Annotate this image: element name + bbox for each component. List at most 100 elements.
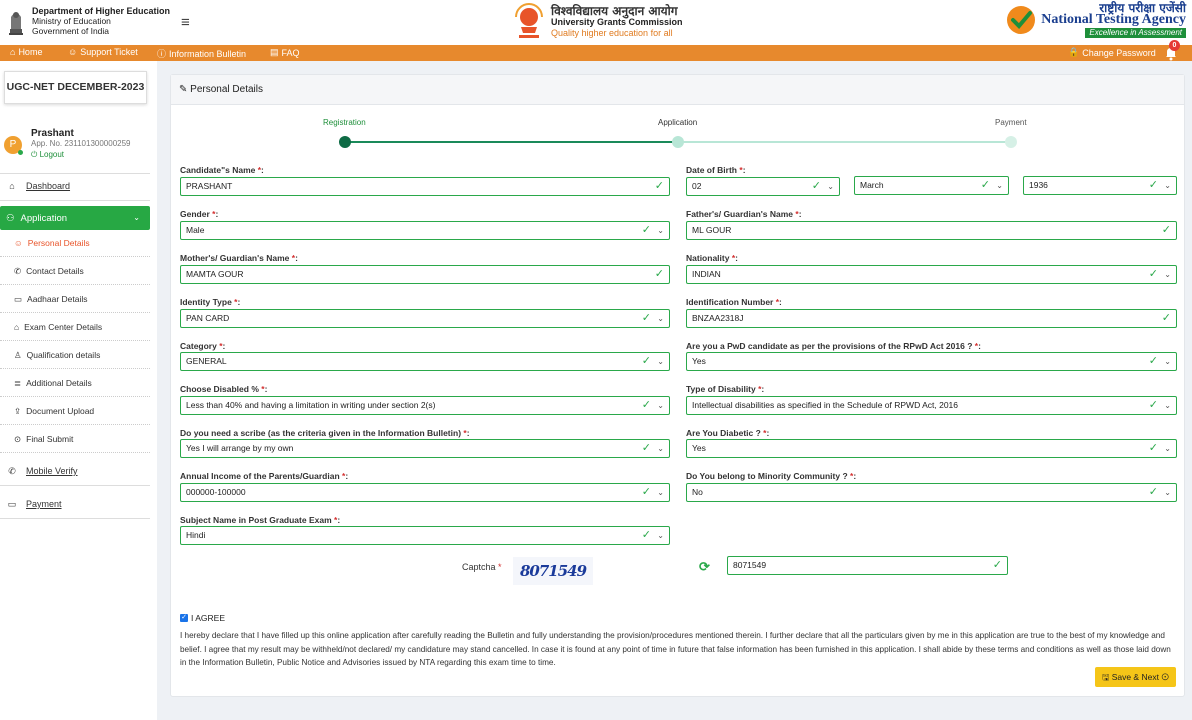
upload-icon: ⇪ bbox=[14, 405, 22, 416]
user-name: Prashant bbox=[31, 128, 74, 139]
graduation-icon: ♙ bbox=[14, 349, 22, 360]
pwd-select[interactable]: Yes ✓ ⌄ bbox=[686, 352, 1177, 371]
credit-card-icon: ▭ bbox=[7, 498, 17, 509]
step-application-label: Application bbox=[658, 118, 698, 127]
sidebar-divider bbox=[0, 518, 150, 519]
nav-change-password[interactable]: 🔒 Change Password bbox=[1068, 47, 1156, 58]
lock-icon: 🔒 bbox=[1068, 47, 1080, 57]
mother-name-input[interactable]: MAMTA GOUR ✓ bbox=[180, 265, 670, 284]
checkbox-checked-icon[interactable]: ✓ bbox=[180, 614, 188, 622]
check-icon: ✓ bbox=[641, 399, 651, 411]
nav-faq[interactable]: ▤ FAQ bbox=[270, 47, 300, 58]
step-payment-dot bbox=[1005, 136, 1017, 148]
sidebar-sub-exam-center[interactable]: ⌂ Exam Center Details bbox=[0, 314, 150, 341]
nav-information-bulletin[interactable]: ⓘ Information Bulletin bbox=[157, 47, 246, 60]
nationality-label: Nationality *: bbox=[686, 253, 738, 263]
nta-logo-icon bbox=[1007, 6, 1036, 34]
refresh-captcha-icon[interactable]: ⟳ bbox=[699, 559, 710, 575]
sidebar-sub-final-submit[interactable]: ⊙ Final Submit bbox=[0, 426, 150, 453]
sidebar-sub-additional[interactable]: ≣ Additional Details bbox=[0, 370, 150, 397]
hamburger-menu-icon[interactable]: ≡ bbox=[181, 14, 190, 31]
person-icon: ☺ bbox=[14, 238, 23, 248]
home-icon: ⌂ bbox=[9, 181, 15, 191]
nta-branding: राष्ट्रीय परीक्षा एजेंसी National Testin… bbox=[1005, 2, 1186, 38]
category-select[interactable]: GENERAL ✓ ⌄ bbox=[180, 352, 670, 371]
sidebar-divider bbox=[0, 485, 150, 486]
category-label: Category *: bbox=[180, 341, 226, 351]
user-icon: ☺ bbox=[68, 47, 78, 57]
nav-support-ticket[interactable]: ☺ Support Ticket bbox=[68, 47, 138, 57]
user-plus-icon: ⚇ bbox=[6, 212, 15, 224]
top-header: Department of Higher Education Ministry … bbox=[0, 0, 1192, 45]
save-next-button[interactable]: 🖫 Save & Next ⊙ bbox=[1095, 667, 1176, 687]
identification-number-label: Identification Number *: bbox=[686, 297, 782, 307]
dob-day-select[interactable]: 02 ✓ ⌄ bbox=[686, 177, 840, 196]
step-payment-label: Payment bbox=[995, 118, 1027, 127]
sidebar-sub-document-upload[interactable]: ⇪ Document Upload bbox=[0, 398, 150, 425]
nationality-select[interactable]: INDIAN ✓ ⌄ bbox=[686, 265, 1177, 284]
captcha-input[interactable]: 8071549 ✓ bbox=[727, 556, 1008, 575]
check-icon: ✓ bbox=[1148, 442, 1158, 454]
minority-select[interactable]: No ✓ ⌄ bbox=[686, 483, 1177, 502]
ugc-branding: विश्वविद्यालय अनुदान आयोग University Gra… bbox=[513, 3, 683, 41]
income-select[interactable]: 000000-100000 ✓ ⌄ bbox=[180, 483, 670, 502]
ugc-hindi-title: विश्वविद्यालय अनुदान आयोग bbox=[551, 3, 678, 18]
sidebar-sub-qualification[interactable]: ♙ Qualification details bbox=[0, 342, 150, 369]
dob-month-select[interactable]: March ✓ ⌄ bbox=[854, 176, 1009, 195]
chevron-down-icon: ⌄ bbox=[1164, 488, 1171, 497]
application-number: App. No. 231101300000259 bbox=[31, 139, 131, 148]
sidebar-item-payment[interactable]: ▭ Payment bbox=[0, 498, 150, 510]
step-registration-dot bbox=[339, 136, 351, 148]
dhe-govt: Government of India bbox=[32, 26, 110, 36]
diabetic-select[interactable]: Yes ✓ ⌄ bbox=[686, 439, 1177, 458]
nta-tagline: Excellence in Assessment bbox=[1085, 28, 1186, 38]
chevron-down-icon: ⌄ bbox=[827, 182, 834, 191]
home-icon: ⌂ bbox=[10, 47, 16, 57]
dob-year-select[interactable]: 1936 ✓ ⌄ bbox=[1023, 176, 1177, 195]
national-emblem-icon bbox=[9, 12, 23, 35]
sidebar-sub-contact-details[interactable]: ✆ Contact Details bbox=[0, 258, 150, 285]
nav-home[interactable]: ⌂ Home bbox=[10, 47, 42, 57]
sidebar: UGC-NET DECEMBER-2023 P Prashant App. No… bbox=[0, 61, 157, 720]
dhe-title: Department of Higher Education bbox=[32, 6, 171, 16]
chevron-down-icon: ⌄ bbox=[1164, 401, 1171, 410]
subject-select[interactable]: Hindi ✓ ⌄ bbox=[180, 526, 670, 545]
identification-number-input[interactable]: BNZAA2318J ✓ bbox=[686, 309, 1177, 328]
personal-details-card: ✎ Personal Details Registration Applicat… bbox=[170, 74, 1185, 697]
check-icon: ✓ bbox=[641, 312, 651, 324]
phone-icon: ✆ bbox=[8, 465, 16, 476]
captcha-label: Captcha * bbox=[462, 562, 502, 572]
sidebar-item-application[interactable]: ⚇ Application ⌄ bbox=[0, 206, 150, 230]
father-name-input[interactable]: ML GOUR ✓ bbox=[686, 221, 1177, 240]
gender-select[interactable]: Male ✓ ⌄ bbox=[180, 221, 670, 240]
sidebar-item-dashboard[interactable]: ⌂ Dashboard bbox=[0, 180, 150, 192]
check-icon: ✓ bbox=[654, 180, 664, 192]
sidebar-sub-personal-details[interactable]: ☺ Personal Details bbox=[0, 230, 150, 257]
card-title: Personal Details bbox=[190, 84, 263, 95]
candidate-name-input[interactable]: PRASHANT ✓ bbox=[180, 177, 670, 196]
income-label: Annual Income of the Parents/Guardian *: bbox=[180, 471, 349, 481]
step-application-dot bbox=[672, 136, 684, 148]
disabled-percent-label: Choose Disabled % *: bbox=[180, 384, 268, 394]
sidebar-sub-aadhaar-details[interactable]: ▭ Aadhaar Details bbox=[0, 286, 150, 313]
disability-type-select[interactable]: Intellectual disabilities as specified i… bbox=[686, 396, 1177, 415]
step-registration-label: Registration bbox=[323, 118, 366, 127]
father-name-label: Father's/ Guardian's Name *: bbox=[686, 209, 802, 219]
chevron-down-icon: ⌄ bbox=[657, 488, 664, 497]
sidebar-item-mobile-verify[interactable]: ✆ Mobile Verify bbox=[0, 465, 150, 477]
chevron-down-icon: ⌄ bbox=[657, 357, 664, 366]
chevron-down-icon: ⌄ bbox=[657, 444, 664, 453]
check-icon: ✓ bbox=[641, 442, 651, 454]
book-icon: ▤ bbox=[270, 47, 279, 57]
logout-link[interactable]: ⏻ Logout bbox=[31, 150, 64, 160]
phone-icon: ✆ bbox=[14, 265, 22, 276]
edit-icon: ✎ bbox=[179, 84, 188, 95]
agree-label: I AGREE bbox=[191, 613, 226, 623]
agree-checkbox-row[interactable]: ✓ I AGREE bbox=[180, 613, 225, 623]
identity-type-label: Identity Type *: bbox=[180, 297, 241, 307]
chevron-down-icon: ⌄ bbox=[996, 181, 1003, 190]
identity-type-select[interactable]: PAN CARD ✓ ⌄ bbox=[180, 309, 670, 328]
scribe-label: Do you need a scribe (as the criteria gi… bbox=[180, 428, 470, 438]
scribe-select[interactable]: Yes I will arrange by my own ✓ ⌄ bbox=[180, 439, 670, 458]
disabled-percent-select[interactable]: Less than 40% and having a limitation in… bbox=[180, 396, 670, 415]
